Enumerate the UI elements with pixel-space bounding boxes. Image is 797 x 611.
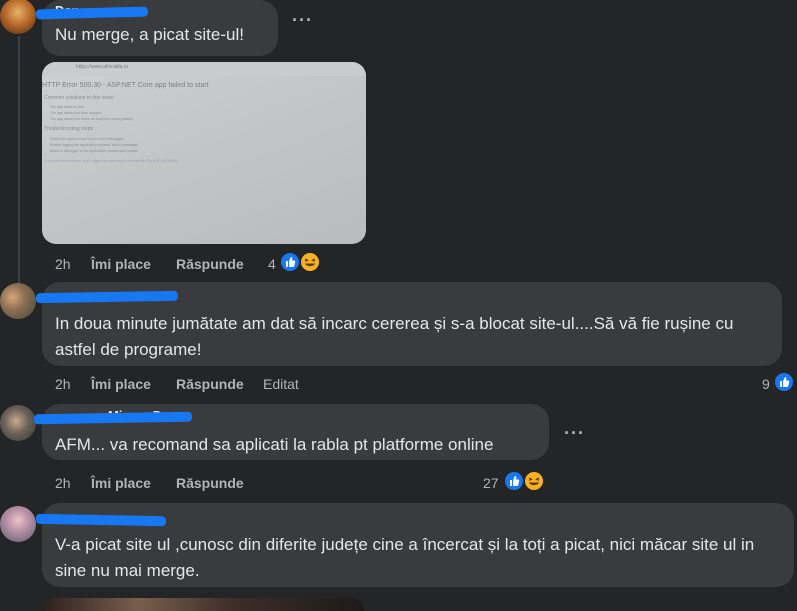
browser-url: https://www.afmrabla.ro [76,64,129,70]
next-attachment-image[interactable] [42,598,364,611]
avatar[interactable] [0,283,36,319]
reaction-count[interactable]: 4 [268,256,276,272]
attached-screenshot-image[interactable]: https://www.afmrabla.ro HTTP Error 500.3… [42,62,366,244]
steps-list: Check the system event log for error mes… [50,136,138,154]
haha-icon[interactable] [523,470,545,492]
like-button[interactable]: Îmi place [91,475,151,491]
solution-item: The app started but threw an exception d… [50,117,134,121]
comment-text: V-a picat site ul ,cunosc din diferite j… [55,535,755,580]
reply-button[interactable]: Răspunde [176,475,244,491]
edited-label[interactable]: Editat [263,376,299,392]
common-solutions-heading: Common solutions to this issue: [44,95,115,101]
haha-icon[interactable] [299,251,321,273]
troubleshooting-heading: Troubleshooting steps: [44,126,95,132]
more-options-icon[interactable]: ··· [564,423,585,444]
comment-text: Nu merge, a picat site-ul! [55,25,244,44]
comment-time[interactable]: 2h [55,475,71,491]
like-button[interactable]: Îmi place [91,256,151,272]
like-icon[interactable] [503,470,525,492]
avatar[interactable] [0,0,36,34]
comment-time[interactable]: 2h [55,256,71,272]
like-button[interactable]: Îmi place [91,376,151,392]
step-item: Attach a debugger to the application pro… [50,149,139,153]
comment-text: AFM... va recomand sa aplicati la rabla … [55,435,494,454]
avatar[interactable] [0,506,36,542]
error-title: HTTP Error 500.30 - ASP.NET Core app fai… [42,82,209,89]
more-options-icon[interactable]: ··· [292,10,313,31]
reaction-count[interactable]: 27 [483,475,499,491]
like-icon[interactable] [773,371,795,393]
more-info-link: For more information visit: https://go.m… [44,158,178,163]
reply-button[interactable]: Răspunde [176,256,244,272]
comment-time[interactable]: 2h [55,376,71,392]
reply-button[interactable]: Răspunde [176,376,244,392]
reaction-count[interactable]: 9 [762,376,770,392]
avatar[interactable] [0,405,36,441]
solutions-list: The app failed to start The app started … [50,104,133,122]
like-icon[interactable] [279,251,301,273]
thread-line [18,36,20,286]
comment-text: In doua minute jumătate am dat să incarc… [55,314,734,359]
